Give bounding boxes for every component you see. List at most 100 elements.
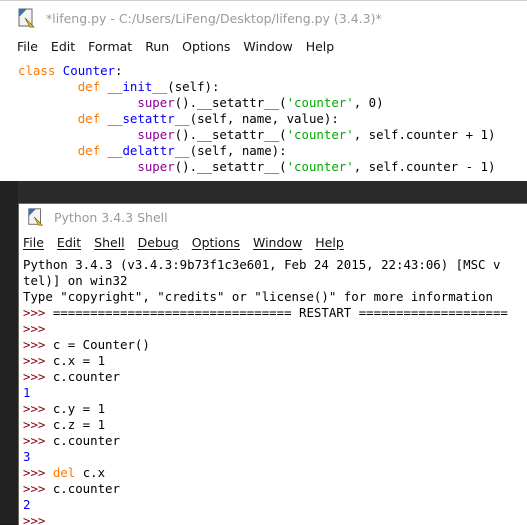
code-line: super().__setattr__('counter', 0): [18, 95, 527, 111]
code-line-token: (self):: [167, 79, 220, 94]
shell-line-token: >>>: [23, 369, 53, 384]
code-line-token: 'counter': [286, 159, 354, 174]
shell-line: >>> c = Counter(): [23, 337, 527, 353]
shell-output-area[interactable]: Python 3.4.3 (v3.4.3:9b73f1c3e601, Feb 2…: [19, 255, 527, 525]
shell-menu-file[interactable]: File: [23, 235, 44, 250]
shell-line-token: >>>: [23, 305, 53, 320]
shell-line: >>> c.counter: [23, 369, 527, 385]
editor-menubar: File Edit Format Run Options Window Help: [0, 35, 527, 58]
shell-line-token: Type "copyright", "credits" or "license(…: [23, 289, 493, 304]
desktop-background: [0, 180, 18, 524]
editor-menu-edit[interactable]: Edit: [51, 39, 75, 54]
shell-line-token: >>>: [23, 481, 53, 496]
editor-menu-file[interactable]: File: [17, 39, 38, 54]
code-line-token: , 0): [353, 95, 384, 110]
code-line-token: super: [137, 95, 175, 110]
shell-menu-edit[interactable]: Edit: [57, 235, 81, 250]
editor-title: *lifeng.py - C:/Users/LiFeng/Desktop/lif…: [46, 10, 382, 26]
editor-menu-help[interactable]: Help: [306, 39, 335, 54]
shell-line: >>> c.x = 1: [23, 353, 527, 369]
shell-line: >>>: [23, 321, 527, 337]
shell-line: >>> c.counter: [23, 433, 527, 449]
code-line-token: [18, 111, 78, 126]
shell-line-token: c.z = 1: [52, 417, 106, 432]
code-line-token: __setattr__: [107, 111, 190, 126]
shell-menu-debug[interactable]: Debug: [138, 235, 179, 250]
desktop-background-top: [18, 180, 527, 203]
shell-line-token: c.counter: [52, 481, 120, 496]
shell-menu-options[interactable]: Options: [192, 235, 240, 250]
editor-code-area[interactable]: class Counter: def __init__(self): super…: [0, 58, 527, 175]
code-line: def __init__(self):: [18, 79, 527, 95]
shell-line-token: 2: [23, 497, 31, 512]
shell-titlebar[interactable]: Python 3.4.3 Shell: [19, 204, 527, 230]
shell-line: Python 3.4.3 (v3.4.3:9b73f1c3e601, Feb 2…: [23, 257, 527, 273]
shell-line-token: 1: [23, 385, 31, 400]
code-line-token: , self.counter + 1): [353, 127, 496, 142]
editor-menu-format[interactable]: Format: [88, 39, 132, 54]
shell-line: 2: [23, 497, 527, 513]
code-line: def __delattr__(self, name):: [18, 143, 527, 159]
code-line-token: ().__setattr__(: [174, 159, 287, 174]
shell-line: >>>: [23, 513, 527, 525]
shell-line: >>> ================================ RES…: [23, 305, 527, 321]
code-line-token: def: [77, 143, 101, 158]
shell-line-token: c.x = 1: [52, 353, 106, 368]
code-line-token: (self, name, value):: [189, 111, 339, 126]
shell-line-token: Python 3.4.3 (v3.4.3:9b73f1c3e601, Feb 2…: [23, 257, 501, 272]
code-line-token: 'counter': [286, 95, 354, 110]
shell-line: >>> c.y = 1: [23, 401, 527, 417]
shell-title: Python 3.4.3 Shell: [54, 209, 168, 225]
editor-titlebar[interactable]: *lifeng.py - C:/Users/LiFeng/Desktop/lif…: [0, 1, 527, 35]
idle-file-icon: [18, 8, 35, 28]
code-line-token: super: [137, 159, 175, 174]
shell-menubar: File Edit Shell Debug Options Window Hel…: [19, 230, 527, 255]
python-shell-icon: [28, 208, 44, 226]
shell-line-token: 3: [23, 449, 31, 464]
shell-window: Python 3.4.3 Shell File Edit Shell Debug…: [18, 203, 527, 525]
code-line-token: :: [115, 63, 123, 78]
code-line-token: [18, 79, 78, 94]
code-line-token: [18, 143, 78, 158]
shell-line: Type "copyright", "credits" or "license(…: [23, 289, 527, 305]
shell-line-token: >>>: [23, 465, 53, 480]
shell-line-token: ================================ RESTART…: [52, 305, 508, 320]
code-line-token: (self, name):: [189, 143, 287, 158]
code-line-token: [55, 63, 62, 78]
code-line-token: def: [77, 79, 101, 94]
shell-line-token: c.y = 1: [52, 401, 106, 416]
code-line-token: super: [137, 127, 175, 142]
shell-line: >>> c.z = 1: [23, 417, 527, 433]
shell-menu-shell[interactable]: Shell: [94, 235, 125, 250]
shell-menu-help[interactable]: Help: [315, 235, 344, 250]
editor-menu-options[interactable]: Options: [182, 39, 230, 54]
code-line-token: 'counter': [286, 127, 354, 142]
shell-line-token: del: [52, 465, 76, 480]
shell-line-token: c = Counter(): [52, 337, 150, 352]
code-line-token: ().__setattr__(: [174, 95, 287, 110]
editor-menu-run[interactable]: Run: [145, 39, 169, 54]
shell-line-token: >>>: [23, 417, 53, 432]
shell-line-token: tel)] on win32: [23, 273, 128, 288]
shell-line-token: >>>: [23, 337, 53, 352]
editor-window: *lifeng.py - C:/Users/LiFeng/Desktop/lif…: [0, 0, 527, 181]
code-line-token: __init__: [107, 79, 168, 94]
code-line: class Counter:: [18, 63, 527, 79]
shell-line: 1: [23, 385, 527, 401]
code-line-token: class: [18, 63, 56, 78]
shell-line-token: >>>: [23, 353, 53, 368]
shell-menu-window[interactable]: Window: [253, 235, 302, 250]
code-line-token: [100, 79, 107, 94]
code-line-token: , self.counter - 1): [353, 159, 496, 174]
shell-line-token: >>>: [23, 433, 53, 448]
code-line: super().__setattr__('counter', self.coun…: [18, 159, 527, 175]
shell-line-token: >>>: [23, 513, 53, 525]
code-line: super().__setattr__('counter', self.coun…: [18, 127, 527, 143]
shell-line-token: >>>: [23, 401, 53, 416]
code-line: def __setattr__(self, name, value):: [18, 111, 527, 127]
code-line-token: def: [77, 111, 101, 126]
editor-menu-window[interactable]: Window: [243, 39, 292, 54]
shell-line-token: c.counter: [52, 433, 120, 448]
shell-line: >>> c.counter: [23, 481, 527, 497]
shell-line: tel)] on win32: [23, 273, 527, 289]
